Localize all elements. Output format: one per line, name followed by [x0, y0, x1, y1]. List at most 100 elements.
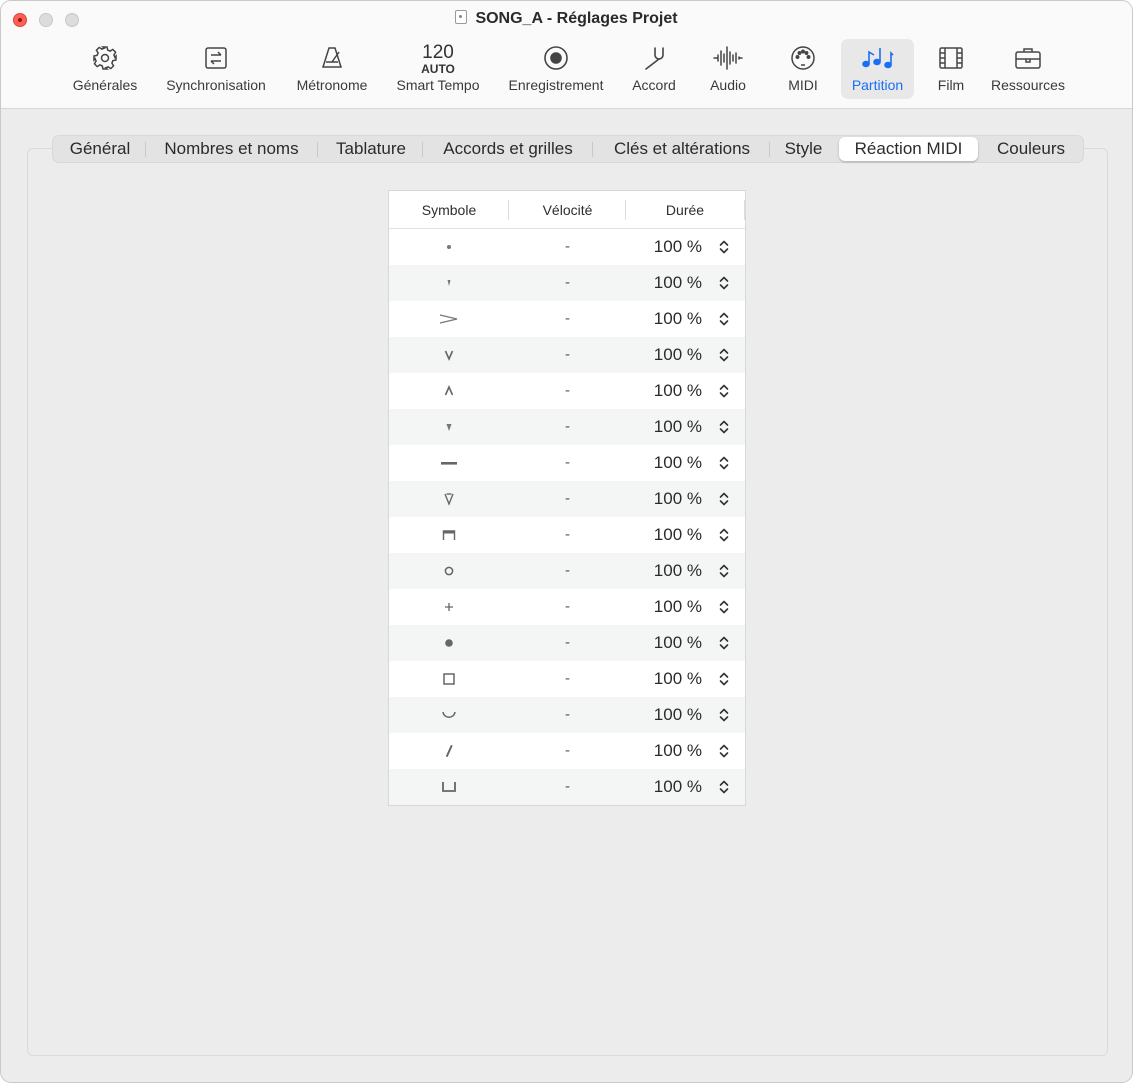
- tab-couleurs[interactable]: Couleurs: [987, 136, 1075, 162]
- table-row[interactable]: -100 %: [389, 265, 745, 301]
- toolbar-accord[interactable]: Accord: [626, 41, 682, 99]
- duration-cell[interactable]: 100 %: [626, 733, 702, 769]
- tab-nombres-et-noms[interactable]: Nombres et noms: [151, 136, 312, 162]
- duration-stepper-icon[interactable]: [716, 445, 732, 481]
- toolbar-label: Audio: [710, 77, 746, 93]
- duration-cell[interactable]: 100 %: [626, 409, 702, 445]
- table-row[interactable]: -100 %: [389, 301, 745, 337]
- down-bow-icon: [389, 517, 509, 553]
- velocity-cell[interactable]: -: [509, 661, 626, 697]
- toolbar-enregistrement[interactable]: Enregistrement: [501, 41, 611, 99]
- toolbar-midi[interactable]: MIDI: [779, 41, 827, 99]
- duration-stepper-icon[interactable]: [716, 265, 732, 301]
- velocity-cell[interactable]: -: [509, 229, 626, 265]
- duration-stepper-icon[interactable]: [716, 373, 732, 409]
- duration-stepper-icon[interactable]: [716, 517, 732, 553]
- table-row[interactable]: -100 %: [389, 409, 745, 445]
- duration-stepper-icon[interactable]: [716, 769, 732, 805]
- tab-reaction-midi[interactable]: Réaction MIDI: [839, 137, 978, 161]
- table-row[interactable]: -100 %: [389, 733, 745, 769]
- velocity-cell[interactable]: -: [509, 445, 626, 481]
- velocity-cell[interactable]: -: [509, 265, 626, 301]
- duration-stepper-icon[interactable]: [716, 409, 732, 445]
- column-header-duree[interactable]: Durée: [626, 191, 744, 228]
- duration-cell[interactable]: 100 %: [626, 337, 702, 373]
- table-row[interactable]: -100 %: [389, 229, 745, 265]
- duration-stepper-icon[interactable]: [716, 337, 732, 373]
- duration-stepper-icon[interactable]: [716, 661, 732, 697]
- duration-cell[interactable]: 100 %: [626, 625, 702, 661]
- velocity-cell[interactable]: -: [509, 373, 626, 409]
- table-row[interactable]: -100 %: [389, 553, 745, 589]
- tab-general[interactable]: Général: [57, 136, 143, 162]
- duration-cell[interactable]: 100 %: [626, 553, 702, 589]
- duration-stepper-icon[interactable]: [716, 733, 732, 769]
- duration-cell[interactable]: 100 %: [626, 481, 702, 517]
- toolbar-smart-tempo[interactable]: 120 AUTO Smart Tempo: [389, 41, 487, 99]
- duration-stepper-icon[interactable]: [716, 589, 732, 625]
- table-row[interactable]: -100 %: [389, 373, 745, 409]
- tab-tablature[interactable]: Tablature: [325, 136, 417, 162]
- velocity-cell[interactable]: -: [509, 697, 626, 733]
- tempo-mode: AUTO: [421, 61, 455, 76]
- column-header-velocite[interactable]: Vélocité: [509, 191, 626, 228]
- velocity-cell[interactable]: -: [509, 409, 626, 445]
- toolbar-synchronisation[interactable]: Synchronisation: [158, 41, 274, 99]
- stopped-plus-icon: [389, 589, 509, 625]
- duration-cell[interactable]: 100 %: [626, 589, 702, 625]
- duration-cell[interactable]: 100 %: [626, 265, 702, 301]
- duration-cell[interactable]: 100 %: [626, 301, 702, 337]
- duration-stepper-icon[interactable]: [716, 301, 732, 337]
- toolbar-label: Partition: [851, 77, 904, 93]
- duration-cell[interactable]: 100 %: [626, 697, 702, 733]
- table-row[interactable]: -100 %: [389, 697, 745, 733]
- toolbar-generales[interactable]: Générales: [67, 41, 143, 99]
- duration-cell[interactable]: 100 %: [626, 661, 702, 697]
- table-row[interactable]: -100 %: [389, 625, 745, 661]
- settings-tab-bar: Général Nombres et noms Tablature Accord…: [52, 135, 1084, 163]
- duration-stepper-icon[interactable]: [716, 625, 732, 661]
- table-row[interactable]: -100 %: [389, 769, 745, 805]
- velocity-cell[interactable]: -: [509, 589, 626, 625]
- table-row[interactable]: -100 %: [389, 445, 745, 481]
- film-icon: [938, 41, 964, 75]
- tab-cles-et-alterations[interactable]: Clés et altérations: [600, 136, 764, 162]
- duration-stepper-icon[interactable]: [716, 481, 732, 517]
- tenuto-icon: [389, 445, 509, 481]
- toolbar-audio[interactable]: Audio: [704, 41, 752, 99]
- duration-cell[interactable]: 100 %: [626, 373, 702, 409]
- toolbar-ressources[interactable]: Ressources: [986, 41, 1070, 99]
- table-row[interactable]: -100 %: [389, 517, 745, 553]
- table-row[interactable]: -100 %: [389, 481, 745, 517]
- toolbar-partition[interactable]: Partition: [841, 39, 914, 99]
- toolbar-label: Film: [937, 77, 965, 93]
- tempo-value: 120: [422, 41, 454, 63]
- duration-cell[interactable]: 100 %: [626, 517, 702, 553]
- duration-stepper-icon[interactable]: [716, 697, 732, 733]
- table-row[interactable]: -100 %: [389, 337, 745, 373]
- toolbar-metronome[interactable]: Métronome: [290, 41, 374, 99]
- table-row[interactable]: -100 %: [389, 589, 745, 625]
- toolbar-film[interactable]: Film: [929, 41, 973, 99]
- velocity-cell[interactable]: -: [509, 625, 626, 661]
- duration-cell[interactable]: 100 %: [626, 229, 702, 265]
- wedge-icon: [389, 409, 509, 445]
- duration-cell[interactable]: 100 %: [626, 445, 702, 481]
- velocity-cell[interactable]: -: [509, 553, 626, 589]
- record-icon: [543, 41, 569, 75]
- velocity-cell[interactable]: -: [509, 481, 626, 517]
- velocity-cell[interactable]: -: [509, 517, 626, 553]
- velocity-cell[interactable]: -: [509, 337, 626, 373]
- duration-cell[interactable]: 100 %: [626, 769, 702, 805]
- duration-stepper-icon[interactable]: [716, 229, 732, 265]
- velocity-cell[interactable]: -: [509, 301, 626, 337]
- column-header-symbole[interactable]: Symbole: [389, 191, 509, 228]
- tab-style[interactable]: Style: [775, 136, 832, 162]
- velocity-cell[interactable]: -: [509, 769, 626, 805]
- table-row[interactable]: -100 %: [389, 661, 745, 697]
- tab-accords-et-grilles[interactable]: Accords et grilles: [430, 136, 586, 162]
- duration-stepper-icon[interactable]: [716, 553, 732, 589]
- velocity-cell[interactable]: -: [509, 733, 626, 769]
- notes-icon: [861, 41, 894, 75]
- curve-icon: [389, 697, 509, 733]
